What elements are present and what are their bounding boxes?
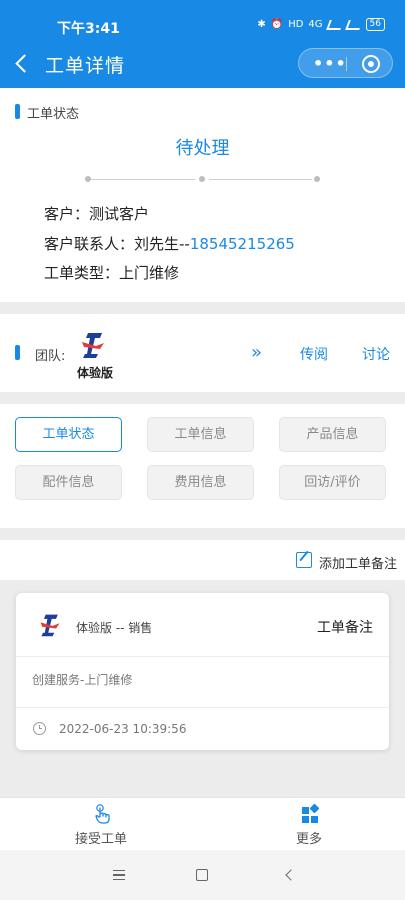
top-bar: 下午3:41 ✱ ⏰ HD 4G 56 工单详情 ••• bbox=[0, 0, 405, 88]
ticket-state: 待处理 bbox=[175, 138, 230, 159]
type-row: 工单类型：上门维修 bbox=[44, 262, 179, 283]
divider bbox=[16, 707, 389, 708]
more-menu-button[interactable]: ••• bbox=[313, 54, 347, 73]
progress-dot-2 bbox=[199, 176, 205, 182]
signal-label: 4G bbox=[308, 19, 323, 30]
customer-label: 客户： bbox=[44, 205, 90, 223]
page-title: 工单详情 bbox=[45, 55, 126, 77]
clock-icon bbox=[33, 722, 46, 735]
progress-dot-3 bbox=[314, 176, 320, 182]
discuss-link[interactable]: 讨论 bbox=[362, 344, 390, 364]
contact-row: 客户联系人：刘先生--18545215265 bbox=[44, 233, 295, 254]
team-label: 团队: bbox=[35, 349, 66, 364]
progress-line-2 bbox=[209, 179, 312, 180]
bluetooth-icon: ✱ bbox=[257, 19, 266, 30]
team-logo-icon bbox=[82, 333, 104, 358]
status-time: 下午3:41 bbox=[57, 21, 120, 37]
edit-note-icon[interactable] bbox=[296, 552, 312, 568]
grid-icon bbox=[302, 804, 319, 823]
note-card: 体验版 -- 销售 工单备注 创建服务-上门维修 2022-06-23 10:3… bbox=[16, 593, 389, 750]
back-icon[interactable] bbox=[15, 54, 34, 73]
divider bbox=[16, 656, 389, 657]
tab-followup-review[interactable]: 回访/评价 bbox=[279, 465, 386, 500]
tab-parts-info[interactable]: 配件信息 bbox=[15, 465, 122, 500]
signal-icon bbox=[325, 19, 344, 30]
accept-ticket-button[interactable]: 接受工单 bbox=[0, 798, 202, 851]
note-time: 2022-06-23 10:39:56 bbox=[59, 722, 187, 736]
tab-ticket-info[interactable]: 工单信息 bbox=[147, 417, 254, 452]
accept-ticket-label: 接受工单 bbox=[74, 832, 127, 847]
progress-line-1 bbox=[91, 179, 195, 180]
tap-hand-icon bbox=[95, 804, 110, 824]
alarm-icon: ⏰ bbox=[270, 19, 284, 30]
note-body: 创建服务-上门维修 bbox=[32, 673, 133, 687]
home-icon[interactable] bbox=[196, 869, 208, 881]
contact-name: 刘先生-- bbox=[134, 235, 190, 253]
forward-link[interactable]: 传阅 bbox=[300, 344, 328, 364]
double-chevron-icon[interactable]: » bbox=[251, 342, 262, 363]
customer-row: 客户：测试客户 bbox=[44, 203, 149, 224]
author-avatar-icon bbox=[40, 614, 60, 637]
recent-apps-icon[interactable] bbox=[113, 870, 125, 880]
status-section-label: 工单状态 bbox=[27, 107, 80, 122]
add-note-bar: 添加工单备注 bbox=[0, 540, 405, 580]
close-miniapp-icon[interactable] bbox=[362, 55, 380, 73]
tab-grid: 工单状态 工单信息 产品信息 配件信息 费用信息 回访/评价 bbox=[0, 404, 405, 528]
more-button[interactable]: 更多 bbox=[208, 798, 405, 851]
miniapp-capsule: ••• bbox=[298, 48, 393, 78]
contact-label: 客户联系人： bbox=[44, 235, 135, 253]
customer-value: 测试客户 bbox=[89, 205, 150, 223]
type-value: 上门维修 bbox=[119, 264, 180, 282]
capsule-divider bbox=[346, 57, 347, 71]
hd-badge: HD bbox=[288, 19, 304, 30]
tab-product-info[interactable]: 产品信息 bbox=[279, 417, 386, 452]
section-marker bbox=[15, 104, 20, 119]
system-nav-bar bbox=[0, 850, 405, 900]
status-icons: ✱ ⏰ HD 4G 56 bbox=[257, 18, 385, 31]
signal-icon-2 bbox=[344, 19, 363, 30]
team-name: 体验版 bbox=[77, 366, 114, 380]
note-title: 工单备注 bbox=[317, 620, 373, 636]
add-note-button[interactable]: 添加工单备注 bbox=[319, 553, 397, 572]
contact-phone-link[interactable]: 18545215265 bbox=[190, 235, 295, 253]
status-bar: 下午3:41 ✱ ⏰ HD 4G 56 bbox=[0, 0, 405, 37]
system-back-icon[interactable] bbox=[285, 869, 297, 881]
tab-fee-info[interactable]: 费用信息 bbox=[147, 465, 254, 500]
section-marker bbox=[15, 345, 20, 360]
note-author: 体验版 -- 销售 bbox=[76, 621, 153, 635]
team-section: 团队: 体验版 » 传阅 讨论 bbox=[0, 314, 405, 392]
more-label: 更多 bbox=[295, 832, 322, 847]
bottom-action-bar: 接受工单 更多 bbox=[0, 797, 405, 850]
type-label: 工单类型： bbox=[44, 264, 120, 282]
battery-icon: 56 bbox=[365, 18, 385, 31]
status-section: 工单状态 待处理 客户：测试客户 客户联系人：刘先生--18545215265 … bbox=[0, 88, 405, 302]
tab-ticket-status[interactable]: 工单状态 bbox=[15, 417, 122, 452]
